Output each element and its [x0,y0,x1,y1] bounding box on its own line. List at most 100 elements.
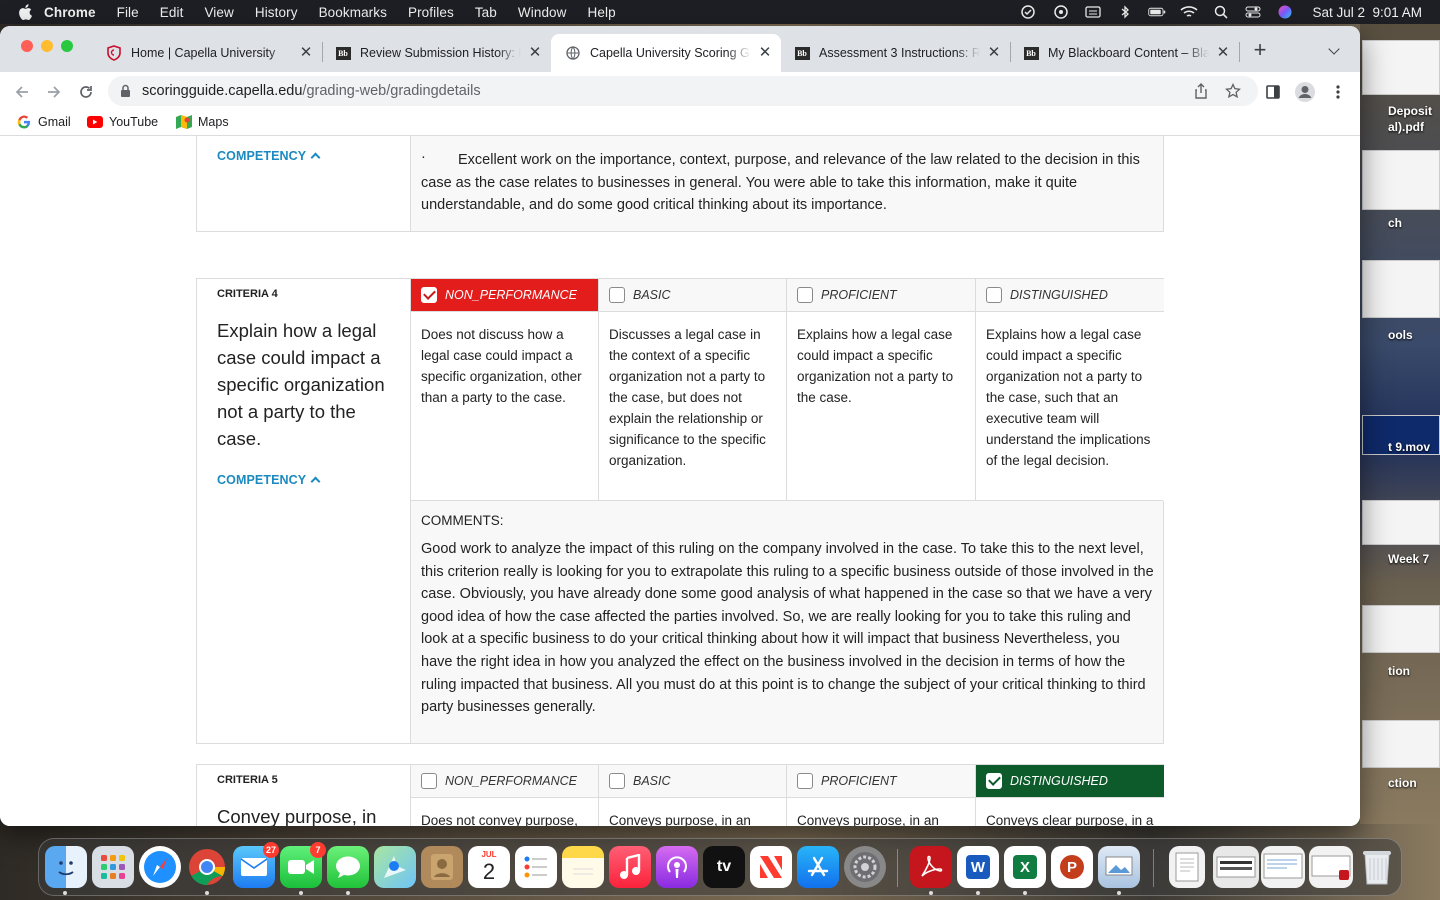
menu-help[interactable]: Help [588,5,616,20]
bookmark-maps[interactable]: Maps [176,114,229,130]
desktop-file-thumb[interactable] [1362,605,1440,653]
close-tab-icon[interactable]: ✕ [757,45,773,61]
apple-tv-icon[interactable]: tv [703,846,745,888]
downloads-stack-icon[interactable] [1169,846,1205,888]
menubar-clock[interactable]: Sat Jul 2 9:01 AM [1312,5,1422,20]
finder-icon[interactable] [45,846,87,888]
mail-icon[interactable]: 27 [233,842,279,888]
desktop-file-thumb[interactable] [1362,150,1440,210]
launchpad-icon[interactable] [92,846,134,888]
music-icon[interactable] [609,846,651,888]
side-panel-icon[interactable] [1261,80,1285,104]
desktop-file-label[interactable]: ools [1388,328,1440,343]
vpn-icon[interactable] [1052,5,1070,19]
level-proficient[interactable]: PROFICIENT [787,279,976,312]
messages-icon[interactable] [327,846,369,888]
address-bar[interactable]: scoringguide.capella.edu/grading-web/gra… [108,76,1258,106]
menu-bookmarks[interactable]: Bookmarks [319,5,387,20]
checkbox-icon[interactable] [421,773,437,789]
checkbox-checked-icon[interactable] [986,773,1002,789]
desktop-file-thumb[interactable] [1362,500,1440,545]
minimize-window-button[interactable] [41,40,53,52]
close-window-button[interactable] [21,40,33,52]
checkbox-icon[interactable] [986,287,1002,303]
url-text[interactable]: scoringguide.capella.edu/grading-web/gra… [142,83,481,99]
lock-icon[interactable] [120,84,131,98]
desktop-file-label[interactable]: Week 7 [1388,552,1440,567]
tab-scoring-guide[interactable]: Capella University Scoring Guide ✕ [551,34,781,72]
forward-button[interactable] [42,80,66,104]
desktop-file-label[interactable]: Deposit [1388,104,1440,119]
menu-tab[interactable]: Tab [475,5,497,20]
document-stack-icon[interactable] [1213,846,1259,888]
zoom-window-button[interactable] [61,40,73,52]
menu-app-name[interactable]: Chrome [44,5,96,20]
podcasts-icon[interactable] [656,846,698,888]
spotlight-search-icon[interactable] [1212,5,1230,19]
level-proficient[interactable]: PROFICIENT [787,765,976,798]
reload-button[interactable] [74,80,98,104]
reminders-icon[interactable] [515,846,557,888]
menu-edit[interactable]: Edit [160,5,184,20]
level-distinguished[interactable]: DISTINGUISHED [976,279,1164,312]
tab-blackboard-content[interactable]: Bb My Blackboard Content – Black ✕ [1009,34,1239,72]
pdf-document-icon[interactable] [1309,846,1353,888]
level-basic[interactable]: BASIC [599,765,787,798]
new-tab-button[interactable]: + [1250,39,1270,61]
desktop-file-thumb[interactable] [1362,260,1440,318]
close-tab-icon[interactable]: ✕ [986,45,1002,61]
word-icon[interactable]: W [957,846,999,888]
desktop-file-label[interactable]: tion [1388,664,1440,679]
tab-search-chevron-icon[interactable] [1328,43,1340,55]
bookmark-youtube[interactable]: YouTube [87,114,158,130]
level-non-performance[interactable]: NON_PERFORMANCE [411,279,599,312]
menu-view[interactable]: View [204,5,233,20]
checkbox-checked-icon[interactable] [421,287,437,303]
tab-review-submission[interactable]: Bb Review Submission History: Dis ✕ [321,34,551,72]
facetime-icon[interactable]: 7 [280,842,326,888]
checkbox-icon[interactable] [609,773,625,789]
competency-toggle[interactable]: COMPETENCY [217,149,321,163]
contacts-icon[interactable] [421,846,463,888]
checkbox-icon[interactable] [609,287,625,303]
powerpoint-icon[interactable]: P [1051,846,1093,888]
news-icon[interactable] [750,846,792,888]
level-basic[interactable]: BASIC [599,279,787,312]
battery-icon[interactable] [1148,5,1166,19]
desktop-file-label[interactable]: ction [1388,776,1440,791]
maps-app-icon[interactable] [374,846,416,888]
desktop-file-thumb[interactable] [1362,720,1440,768]
keyboard-icon[interactable] [1084,5,1102,19]
document-stack-icon[interactable] [1261,846,1305,888]
back-button[interactable] [10,80,34,104]
close-tab-icon[interactable]: ✕ [527,45,543,61]
siri-icon[interactable] [1276,5,1294,19]
menu-history[interactable]: History [255,5,298,20]
menu-window[interactable]: Window [518,5,567,20]
close-tab-icon[interactable]: ✕ [298,45,314,61]
level-distinguished[interactable]: DISTINGUISHED [976,765,1164,798]
status-check-icon[interactable] [1020,5,1038,19]
close-tab-icon[interactable]: ✕ [1215,45,1231,61]
trash-icon[interactable] [1359,846,1395,888]
safari-icon[interactable] [139,846,181,888]
share-icon[interactable] [1194,83,1208,99]
wifi-icon[interactable] [1180,5,1198,19]
checkbox-icon[interactable] [797,287,813,303]
chrome-icon[interactable] [186,846,228,888]
competency-toggle[interactable]: COMPETENCY [217,473,321,487]
checkbox-icon[interactable] [797,773,813,789]
preview-icon[interactable] [1098,846,1140,888]
tab-capella-home[interactable]: Home | Capella University ✕ [92,34,322,72]
excel-icon[interactable]: X [1004,846,1046,888]
app-store-icon[interactable] [797,846,839,888]
bookmark-star-icon[interactable] [1225,83,1241,99]
chrome-menu-icon[interactable] [1326,80,1350,104]
control-center-icon[interactable] [1244,5,1262,19]
bookmark-gmail[interactable]: Gmail [16,114,71,130]
desktop-file-label[interactable]: t 9.mov [1388,440,1440,455]
notes-icon[interactable] [562,846,604,888]
level-non-performance[interactable]: NON_PERFORMANCE [411,765,599,798]
tab-assessment-3[interactable]: Bb Assessment 3 Instructions: Ri ✕ [780,34,1010,72]
menu-profiles[interactable]: Profiles [408,5,454,20]
